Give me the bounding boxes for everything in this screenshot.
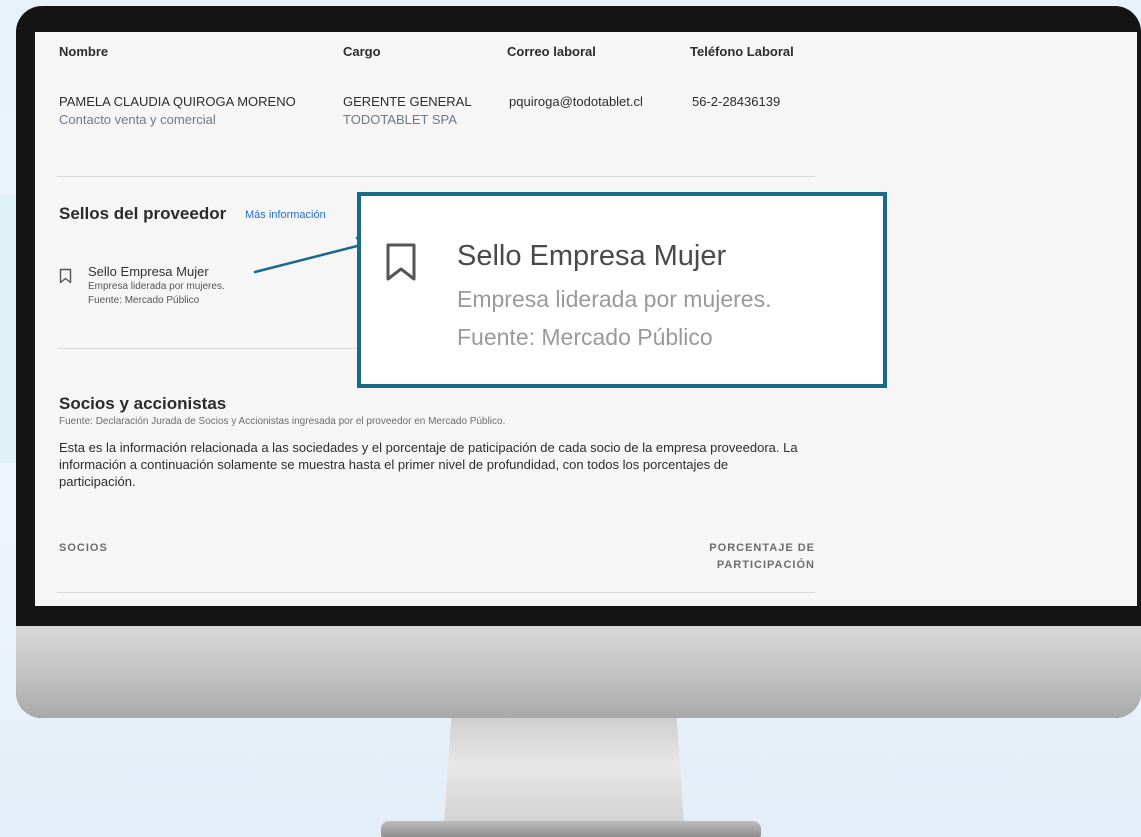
partners-source: Fuente: Declaración Jurada de Socios y A… xyxy=(59,416,506,427)
callout-seal-name: Sello Empresa Mujer xyxy=(457,240,727,272)
column-porcentaje-line1: PORCENTAJE DE xyxy=(709,542,815,554)
contact-cargo: GERENTE GENERAL xyxy=(343,94,472,109)
callout-seal-description: Empresa liderada por mujeres. xyxy=(457,286,772,312)
divider xyxy=(57,348,357,349)
monitor-stand xyxy=(444,718,684,824)
header-telefono: Teléfono Laboral xyxy=(690,44,794,59)
seal-name: Sello Empresa Mujer xyxy=(88,264,209,279)
more-info-link[interactable]: Más información xyxy=(245,209,326,221)
callout-seal-source: Fuente: Mercado Público xyxy=(457,324,713,350)
contact-role-note: Contacto venta y comercial xyxy=(59,112,216,127)
contact-name: PAMELA CLAUDIA QUIROGA MORENO xyxy=(59,94,296,109)
column-porcentaje-line2: PARTICIPACIÓN xyxy=(716,559,815,571)
monitor-base xyxy=(381,821,761,837)
header-correo: Correo laboral xyxy=(507,44,596,59)
partners-description: Esta es la información relacionada a las… xyxy=(59,440,798,489)
bookmark-icon xyxy=(385,242,417,282)
monitor-frame: Nombre Cargo Correo laboral Teléfono Lab… xyxy=(16,6,1141,718)
seal-source: Fuente: Mercado Público xyxy=(88,295,200,306)
contact-phone: 56-2-28436139 xyxy=(692,94,781,109)
bookmark-icon xyxy=(59,268,72,284)
zoom-callout: Sello Empresa Mujer Empresa liderada por… xyxy=(357,192,887,388)
header-nombre: Nombre xyxy=(59,44,109,59)
seal-description: Empresa liderada por mujeres. xyxy=(88,281,225,292)
header-cargo: Cargo xyxy=(343,44,381,59)
screen: Nombre Cargo Correo laboral Teléfono Lab… xyxy=(35,32,1137,606)
contact-company: TODOTABLET SPA xyxy=(343,112,457,127)
contact-email[interactable]: pquiroga@todotablet.cl xyxy=(509,94,643,109)
divider xyxy=(57,592,815,593)
seals-section-title: Sellos del proveedor xyxy=(59,204,227,223)
column-socios: SOCIOS xyxy=(59,542,108,554)
monitor-chin xyxy=(16,626,1141,718)
divider xyxy=(57,176,815,177)
partners-section-title: Socios y accionistas xyxy=(59,394,227,413)
